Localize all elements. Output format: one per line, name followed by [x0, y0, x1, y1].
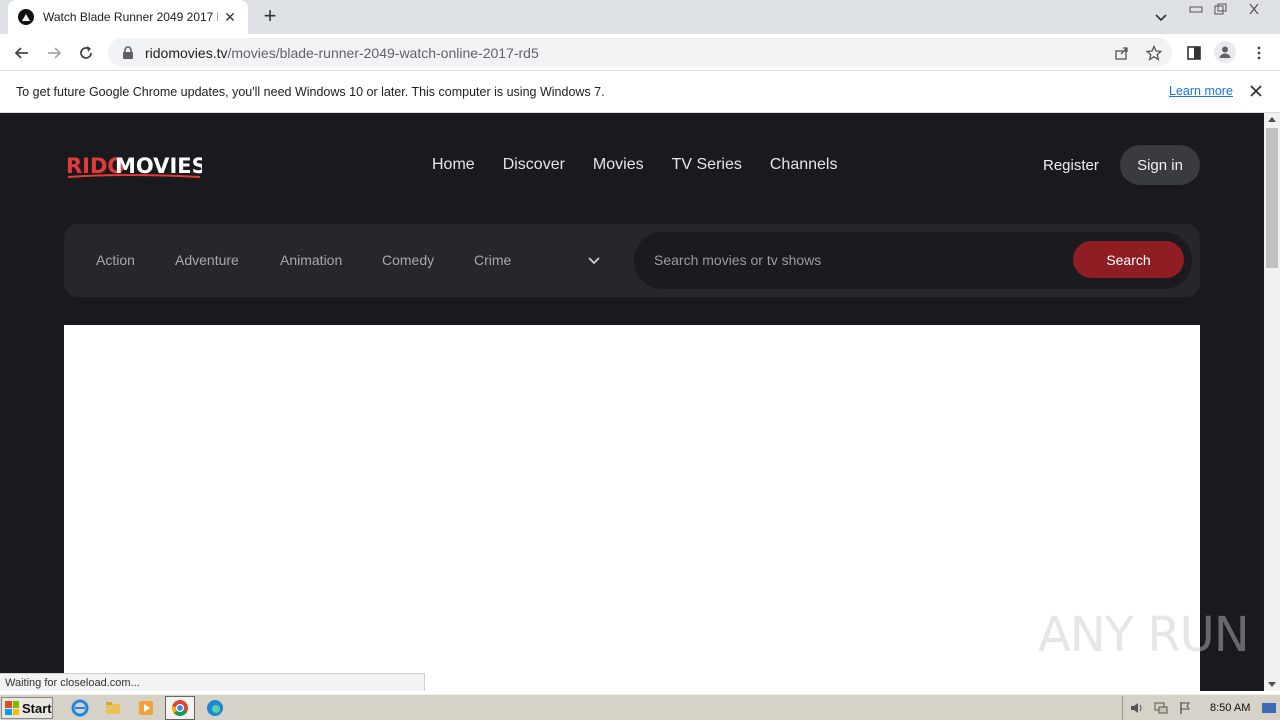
system-tray: 8:50 AM	[1122, 696, 1280, 720]
browser-toolbar: ridomovies.tv/movies/blade-runner-2049-w…	[0, 34, 1280, 71]
show-desktop-icon[interactable]	[1259, 698, 1279, 718]
tab-title: Watch Blade Runner 2049 2017 Mov	[43, 10, 218, 24]
scroll-up-icon[interactable]	[1268, 117, 1276, 122]
menu-kebab-icon[interactable]	[1250, 44, 1268, 62]
file-explorer-icon[interactable]	[103, 698, 123, 718]
network-icon[interactable]	[1151, 698, 1171, 718]
genre-list: Action Adventure Animation Comedy Crime	[96, 252, 534, 268]
search-button[interactable]: Search	[1073, 241, 1184, 278]
url-text: ridomovies.tv/movies/blade-runner-2049-w…	[145, 44, 539, 61]
media-player-icon[interactable]	[136, 698, 156, 718]
action-center-flag-icon[interactable]	[1175, 698, 1195, 718]
side-panel-icon[interactable]	[1185, 44, 1203, 62]
ridomovies-logo[interactable]: RIDO MOVIES	[66, 153, 207, 179]
scroll-down-icon[interactable]	[1268, 682, 1276, 687]
anyrun-watermark: ANY RUN	[1038, 607, 1250, 663]
main-nav: Home Discover Movies TV Series Channels	[432, 156, 837, 174]
address-bar[interactable]: ridomovies.tv/movies/blade-runner-2049-w…	[108, 38, 1172, 67]
new-tab-button[interactable]: +	[259, 5, 281, 27]
genre-action[interactable]: Action	[96, 252, 175, 268]
share-icon[interactable]	[1113, 44, 1131, 62]
page-scrollbar[interactable]	[1264, 113, 1280, 691]
tab-close-icon[interactable]: ✕	[222, 9, 238, 26]
taskbar-clock[interactable]: 8:50 AM	[1210, 702, 1250, 714]
status-bubble: Waiting for closeload.com...	[0, 673, 425, 691]
minimize-icon[interactable]	[1184, 0, 1208, 18]
profile-avatar-icon[interactable]	[1214, 41, 1236, 63]
windows-flag-icon	[5, 701, 19, 715]
windows-taskbar: Start 8:50 AM	[0, 694, 1280, 720]
infobar-message: To get future Google Chrome updates, you…	[16, 84, 605, 99]
reload-icon[interactable]	[75, 42, 97, 64]
start-label: Start	[22, 700, 52, 716]
tab-strip: Watch Blade Runner 2049 2017 Mov ✕ +	[0, 0, 1280, 34]
genre-comedy[interactable]: Comedy	[382, 252, 474, 268]
browser-tab[interactable]: Watch Blade Runner 2049 2017 Mov ✕	[8, 0, 248, 34]
tab-search-chevron-icon[interactable]	[1152, 8, 1170, 26]
sign-in-button[interactable]: Sign in	[1120, 145, 1200, 185]
back-icon[interactable]	[11, 42, 33, 64]
chrome-icon[interactable]	[170, 698, 190, 718]
lock-icon[interactable]	[121, 45, 135, 60]
internet-explorer-icon[interactable]	[70, 698, 90, 718]
genre-crime[interactable]: Crime	[474, 252, 534, 268]
register-link[interactable]: Register	[1043, 157, 1099, 174]
nav-discover[interactable]: Discover	[503, 156, 565, 174]
search-box[interactable]: Search movies or tv shows Search	[634, 232, 1192, 289]
genre-dropdown-chevron-icon[interactable]	[586, 252, 602, 268]
edge-icon[interactable]	[205, 698, 225, 718]
search-input[interactable]: Search movies or tv shows	[654, 252, 821, 268]
nav-home[interactable]: Home	[432, 156, 475, 174]
start-button[interactable]: Start	[1, 697, 53, 719]
site-favicon-icon	[18, 9, 34, 25]
volume-icon[interactable]	[1127, 698, 1147, 718]
genre-animation[interactable]: Animation	[280, 252, 382, 268]
filter-bar: Action Adventure Animation Comedy Crime …	[64, 224, 1200, 297]
page-viewport: RIDO MOVIES Home Discover Movies TV Seri…	[0, 113, 1264, 691]
nav-tv-series[interactable]: TV Series	[672, 156, 742, 174]
forward-icon[interactable]	[43, 42, 65, 64]
genre-adventure[interactable]: Adventure	[175, 252, 280, 268]
restore-icon[interactable]	[1208, 0, 1232, 18]
bookmark-star-icon[interactable]	[1145, 44, 1163, 62]
video-player-area[interactable]	[64, 325, 1200, 691]
nav-movies[interactable]: Movies	[593, 156, 644, 174]
infobar-close-icon[interactable]	[1248, 83, 1264, 99]
scroll-thumb[interactable]	[1266, 128, 1278, 268]
window-close-icon[interactable]	[1242, 0, 1266, 18]
learn-more-link[interactable]: Learn more	[1169, 84, 1233, 98]
update-infobar: To get future Google Chrome updates, you…	[0, 71, 1280, 113]
nav-channels[interactable]: Channels	[770, 156, 838, 174]
